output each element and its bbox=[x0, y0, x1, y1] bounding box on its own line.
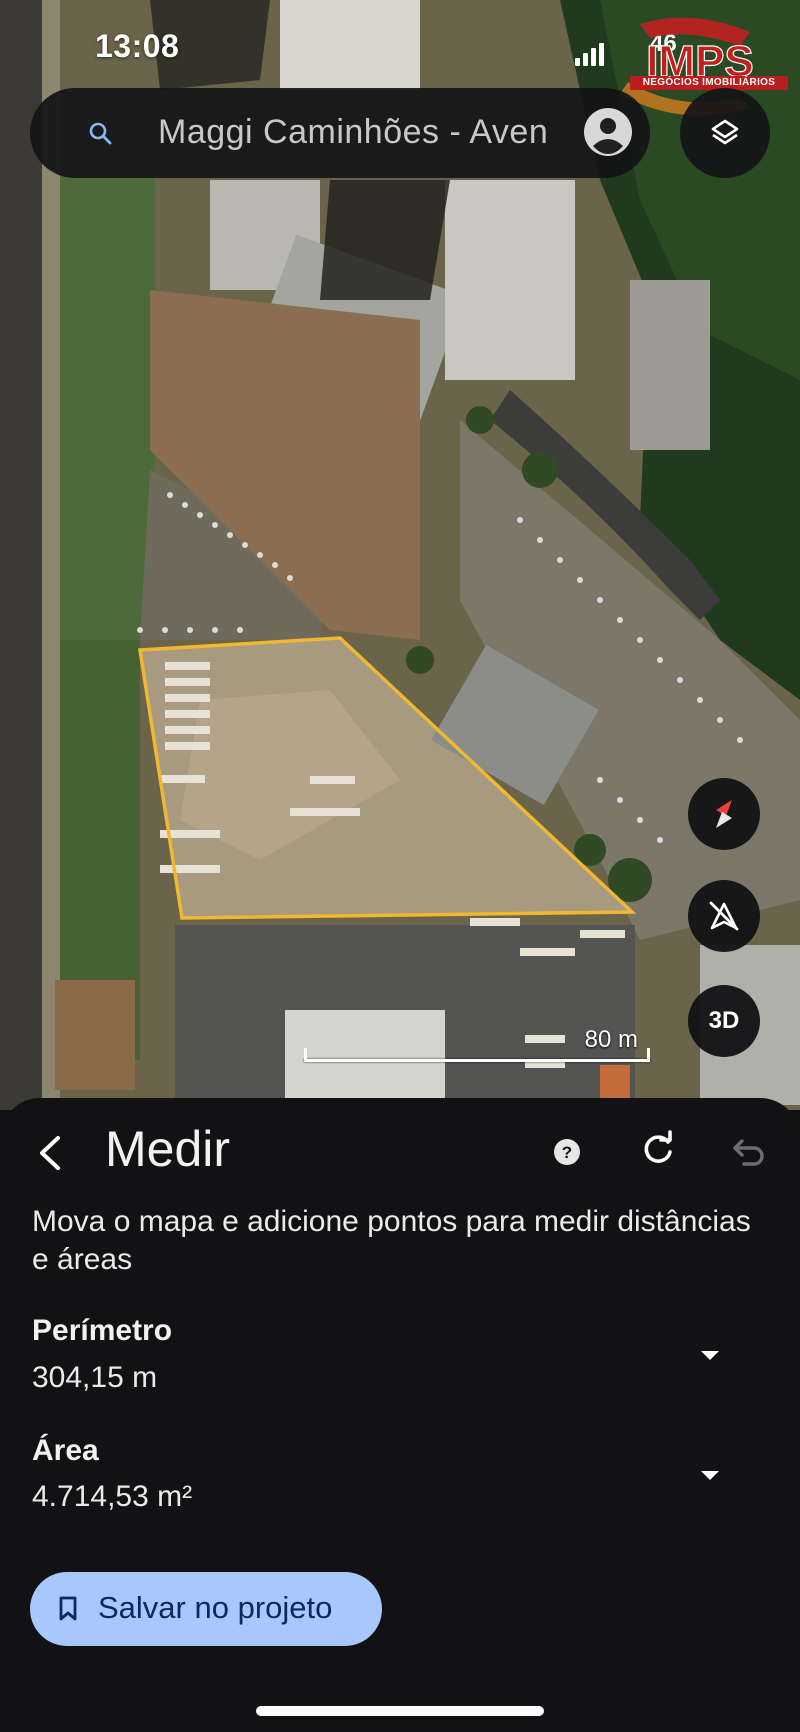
perimeter-value: 304,15 m bbox=[32, 1361, 158, 1394]
panel-description: Mova o mapa e adicione pontos para medir… bbox=[32, 1205, 751, 1276]
search-bar[interactable]: Maggi Caminhões - Aven bbox=[30, 88, 650, 178]
search-query-text[interactable]: Maggi Caminhões - Aven bbox=[158, 113, 598, 152]
area-label: Área bbox=[32, 1434, 99, 1467]
scale-line bbox=[304, 1059, 650, 1062]
help-icon[interactable]: ? bbox=[547, 1132, 587, 1172]
scale-tick-left bbox=[304, 1048, 307, 1062]
watermark-tagline: NEGÓCIOS IMOBILIÁRIOS bbox=[630, 76, 788, 90]
satellite-map[interactable]: 13:08 46 IMPS NEGÓCIOS IMOBILIÁRIOS Magg… bbox=[0, 0, 800, 1110]
home-indicator[interactable] bbox=[256, 1706, 544, 1716]
scale-tick-right bbox=[647, 1048, 650, 1062]
status-time: 13:08 bbox=[95, 28, 180, 64]
account-avatar-icon[interactable] bbox=[580, 104, 636, 160]
layers-icon bbox=[711, 119, 739, 145]
tilt-off-icon bbox=[709, 901, 739, 931]
back-arrow-icon[interactable] bbox=[26, 1128, 76, 1178]
reset-icon[interactable] bbox=[636, 1128, 680, 1172]
save-to-project-button[interactable]: Salvar no projeto bbox=[30, 1572, 382, 1646]
perimeter-unit-dropdown-icon[interactable] bbox=[697, 1345, 723, 1365]
layers-button[interactable] bbox=[680, 88, 770, 178]
bookmark-icon bbox=[59, 1596, 77, 1621]
save-to-project-label: Salvar no projeto bbox=[98, 1590, 333, 1625]
tilt-toggle-button[interactable] bbox=[688, 880, 760, 952]
search-icon bbox=[89, 122, 112, 145]
3d-view-button[interactable]: 3D bbox=[688, 985, 760, 1057]
compass-icon bbox=[716, 800, 732, 828]
perimeter-label: Perímetro bbox=[32, 1314, 173, 1347]
undo-icon[interactable] bbox=[724, 1130, 768, 1174]
panel-title: Medir bbox=[105, 1121, 231, 1177]
map-scale-bar: 80 m bbox=[304, 1026, 650, 1066]
svg-text:?: ? bbox=[562, 1143, 572, 1162]
area-unit-dropdown-icon[interactable] bbox=[697, 1465, 723, 1485]
compass-button[interactable] bbox=[688, 778, 760, 850]
3d-label: 3D bbox=[708, 1007, 740, 1034]
scale-label: 80 m bbox=[584, 1026, 638, 1053]
area-value: 4.714,53 m² bbox=[32, 1480, 193, 1513]
